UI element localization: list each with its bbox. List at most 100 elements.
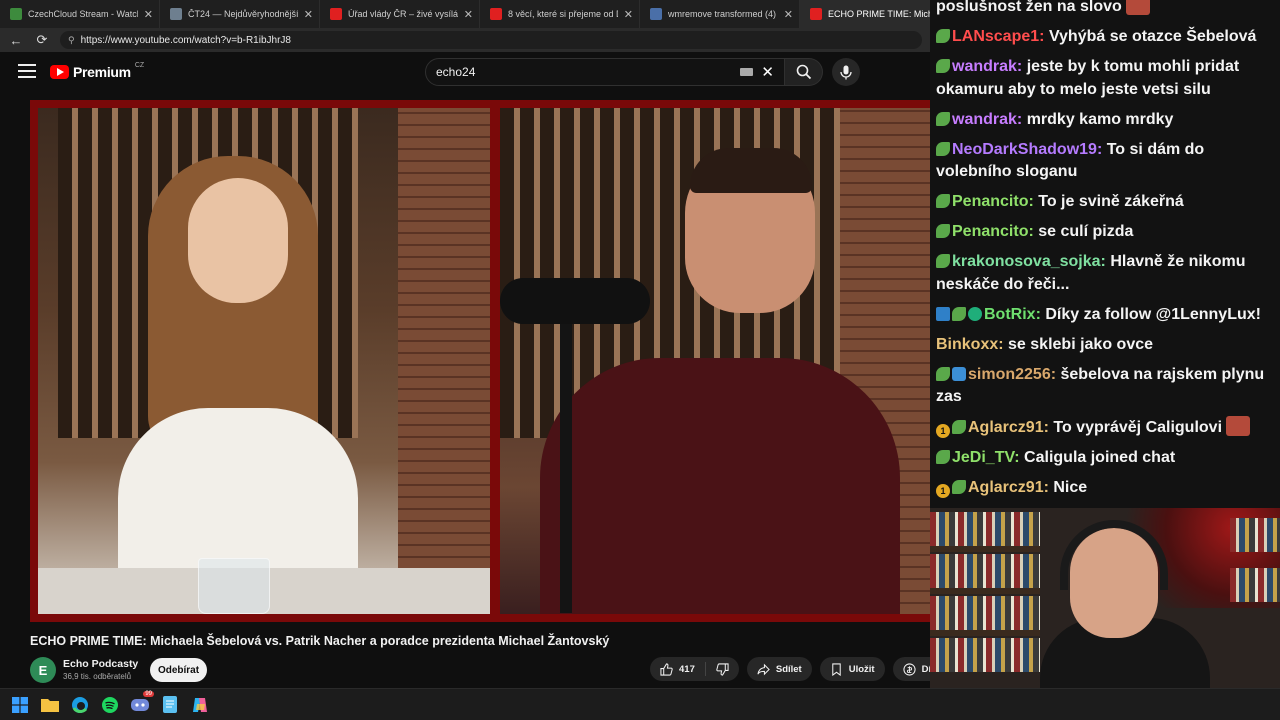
notification-badge: 99 (143, 690, 154, 697)
green-badge-icon (936, 111, 950, 126)
url-text: https://www.youtube.com/watch?v=b-R1ibJh… (80, 34, 291, 46)
chat-username[interactable]: Penancito (952, 223, 1028, 240)
clear-search-icon[interactable]: ✕ (761, 63, 774, 81)
share-button[interactable]: Sdílet (746, 657, 812, 681)
gold-badge-icon: 1 (936, 484, 950, 498)
green-badge-icon (936, 450, 950, 464)
chat-text: To je svině zákeřná (1038, 193, 1184, 210)
green-badge-icon (952, 306, 966, 321)
chat-username[interactable]: wandrak (952, 58, 1017, 75)
video-player[interactable] (30, 100, 930, 622)
chat-username[interactable]: JeDi_TV (952, 449, 1014, 466)
chat-username[interactable]: Penancito (952, 193, 1028, 210)
tab-close-icon[interactable]: ✕ (304, 8, 313, 21)
chat-text: mrdky kamo mrdky (1026, 110, 1174, 128)
hamburger-menu-icon[interactable] (18, 64, 36, 78)
chat-username[interactable]: wandrak (952, 111, 1017, 128)
reload-icon[interactable]: ⟳ (34, 32, 50, 48)
green-badge-icon (936, 194, 950, 208)
tab-favicon-icon (490, 8, 502, 20)
chat-emote-icon (1126, 0, 1151, 15)
chat-message: krakonosova_sojka: Hlavně že nikomu nesk… (936, 251, 1274, 296)
youtube-page: Premium CZ echo24 ✕ ECHO PRIME TIME: Mic… (0, 52, 952, 688)
search-button[interactable] (785, 58, 823, 86)
like-button[interactable]: 417 (650, 657, 705, 681)
browser-tab[interactable]: CzechCloud Stream - Watch Live o ✕ (0, 0, 160, 28)
subscribe-button[interactable]: Odebírat (150, 658, 207, 682)
green-badge-icon (936, 141, 950, 156)
save-label: Uložit (848, 663, 875, 675)
like-dislike-group: 417 (650, 657, 739, 681)
chat-username[interactable]: Aglarcz91 (968, 479, 1044, 496)
dislike-button[interactable] (706, 657, 739, 681)
chat-message: 1 Aglarcz91: To vyprávěj Caligulovi (936, 416, 1274, 440)
copilot-icon[interactable] (190, 695, 210, 715)
tab-favicon-icon (810, 8, 822, 20)
bookshelf-row (1230, 568, 1280, 602)
cube-badge-icon (952, 366, 966, 381)
chat-text: Vyhýbá se otazce Šebelová (1048, 28, 1257, 45)
bookshelf-row (930, 596, 1040, 630)
keyboard-icon[interactable] (740, 68, 754, 76)
thumbs-down-icon (716, 662, 729, 676)
chat-message: Binkoxx: se sklebi jako ovce (936, 334, 1274, 357)
chat-text: se sklebi jako ovce (1008, 335, 1154, 353)
video-frame-right-guest (500, 108, 930, 614)
green-badge-icon (936, 29, 950, 43)
chat-username[interactable]: NeoDarkShadow19 (952, 141, 1097, 158)
browser-tab[interactable]: wmremove transformed (4) — Post ✕ (640, 0, 800, 28)
video-title: ECHO PRIME TIME: Michaela Šebelová vs. P… (30, 634, 610, 648)
video-actions: 417 Sdílet Uložit Díky (650, 657, 952, 681)
green-badge-icon (952, 420, 966, 434)
notepad-icon[interactable] (160, 695, 180, 715)
chat-username[interactable]: BotRix (984, 306, 1036, 323)
browser-tab[interactable]: 8 věcí, které si přejeme od DLC pro ✕ (480, 0, 640, 28)
chat-message: NeoDarkShadow19: To si dám do volebního … (936, 139, 1274, 184)
browser-toolbar: ← ⟳ ⚲ https://www.youtube.com/watch?v=b-… (0, 28, 930, 52)
channel-name[interactable]: Echo Podcasty (63, 658, 138, 670)
search-input[interactable]: echo24 ✕ (425, 58, 785, 86)
tab-favicon-icon (170, 8, 182, 20)
search-query: echo24 (436, 65, 476, 79)
browser-tab[interactable]: ČT24 — Nejdůvěryhodnější zpravo ✕ (160, 0, 320, 28)
chat-username[interactable]: Aglarcz91 (968, 419, 1044, 436)
chat-message: JeDi_TV: Caligula joined chat (936, 447, 1274, 470)
microphone-stand (560, 313, 572, 613)
tab-close-icon[interactable]: ✕ (784, 8, 793, 21)
chat-message: LANscape1: Vyhýbá se otazce Šebelová (936, 26, 1274, 49)
streamer-webcam (930, 508, 1280, 688)
green-badge-icon (952, 480, 966, 494)
site-info-icon[interactable]: ⚲ (68, 35, 75, 46)
save-button[interactable]: Uložit (819, 657, 885, 681)
green-badge-icon (936, 224, 950, 238)
file-explorer-icon[interactable] (40, 695, 60, 715)
chat-separator: : (1028, 193, 1039, 210)
chat-separator: : (1016, 110, 1027, 128)
tab-label: wmremove transformed (4) — Post (668, 9, 778, 19)
voice-search-button[interactable] (832, 58, 860, 86)
chat-username[interactable]: Binkoxx (936, 336, 998, 353)
tab-close-icon[interactable]: ✕ (464, 8, 473, 21)
youtube-logo[interactable]: Premium CZ (50, 62, 144, 80)
live-chat-overlay: poslušnost žen na slovo LANscape1: Vyhýb… (930, 0, 1280, 508)
browser-tab[interactable]: Úřad vlády ČR – živé vysílání - You ✕ (320, 0, 480, 28)
chat-message: Penancito: se culí pizda (936, 221, 1274, 244)
edge-browser-icon[interactable] (70, 695, 90, 715)
share-label: Sdílet (775, 663, 802, 675)
back-icon[interactable]: ← (8, 33, 24, 48)
chat-username[interactable]: simon2256 (968, 366, 1051, 383)
bookshelf-row (930, 638, 1040, 672)
windows-start-icon[interactable] (10, 695, 30, 715)
tab-close-icon[interactable]: ✕ (144, 8, 153, 21)
discord-icon[interactable]: 99 (130, 690, 154, 715)
brick-wall (398, 108, 490, 568)
logo-text: Premium (73, 64, 131, 80)
studio-microphone (500, 278, 650, 324)
spotify-icon[interactable] (100, 695, 120, 715)
channel-avatar[interactable]: E (30, 657, 56, 683)
chat-username[interactable]: krakonosova_sojka (952, 253, 1101, 270)
address-bar[interactable]: ⚲ https://www.youtube.com/watch?v=b-R1ib… (60, 31, 922, 49)
browser-tab[interactable]: ECHO PRIME TIME: Micha (800, 0, 930, 28)
tab-close-icon[interactable]: ✕ (624, 8, 633, 21)
chat-username[interactable]: LANscape1 (952, 28, 1039, 45)
